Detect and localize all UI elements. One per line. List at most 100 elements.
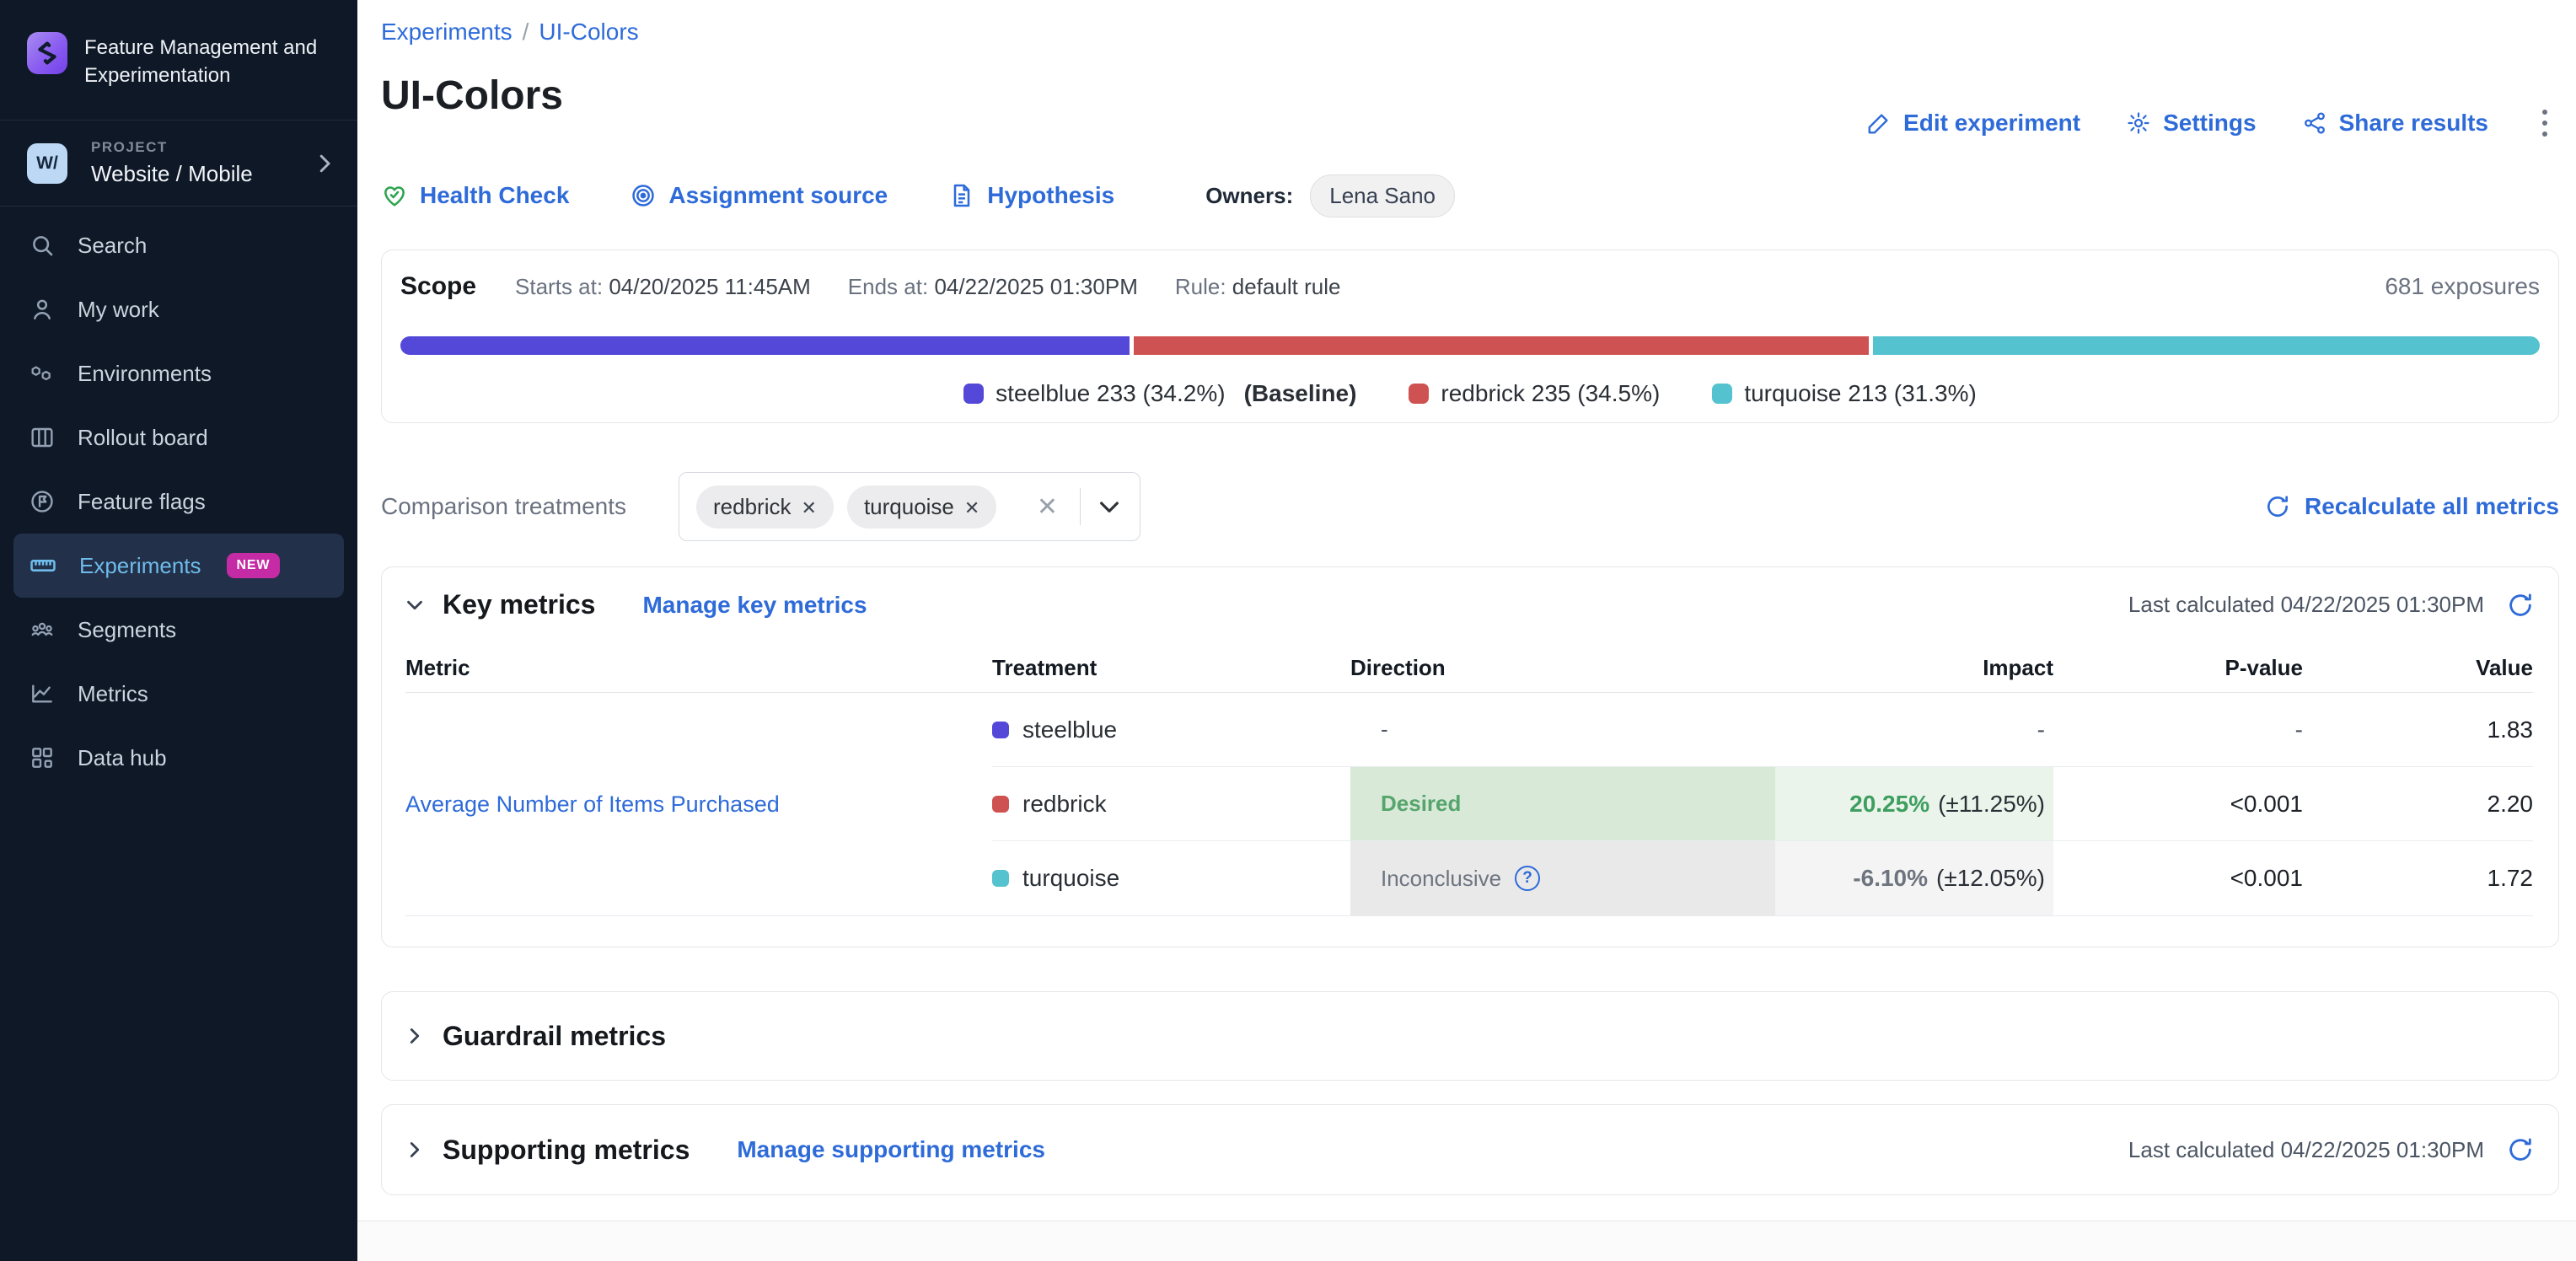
treatment-cell-turquoise: turquoise bbox=[992, 841, 1350, 915]
breadcrumb-separator: / bbox=[523, 19, 529, 45]
last-calculated: Last calculated 04/22/2025 01:30PM bbox=[2128, 1135, 2535, 1164]
key-metrics-card: Key metrics Manage key metrics Last calc… bbox=[381, 566, 2559, 947]
sidebar-item-label: Search bbox=[78, 233, 147, 259]
impact-cell: 20.25%(±11.25%) bbox=[1775, 767, 2053, 841]
sidebar-item-label: Segments bbox=[78, 617, 176, 643]
pencil-icon bbox=[1866, 110, 1892, 136]
project-label: PROJECT bbox=[91, 139, 312, 156]
comparison-treatments-select[interactable]: redbrick turquoise bbox=[679, 472, 1140, 541]
impact-cell: -6.10%(±12.05%) bbox=[1775, 841, 2053, 915]
refresh-icon[interactable] bbox=[2506, 591, 2535, 620]
chip-redbrick[interactable]: redbrick bbox=[696, 486, 834, 529]
scope-header: Scope Starts at: 04/20/2025 11:45AM Ends… bbox=[382, 250, 2558, 301]
manage-key-metrics-link[interactable]: Manage key metrics bbox=[642, 592, 867, 619]
sidebar-item-environments[interactable]: Environments bbox=[13, 341, 344, 405]
col-header-value: Value bbox=[2332, 644, 2533, 693]
manage-supporting-metrics-link[interactable]: Manage supporting metrics bbox=[737, 1136, 1045, 1163]
chevron-down-icon[interactable] bbox=[402, 593, 427, 618]
col-header-p-value: P-value bbox=[2053, 644, 2332, 693]
redbrick-swatch bbox=[1409, 384, 1429, 404]
sidebar-item-label: Environments bbox=[78, 361, 212, 387]
sidebar-item-feature-flags[interactable]: Feature flags bbox=[13, 470, 344, 534]
board-icon bbox=[29, 424, 56, 451]
sidebar-nav: Search My work Environments Rollout boar… bbox=[0, 207, 357, 790]
remove-chip-icon[interactable] bbox=[964, 494, 979, 520]
page-title: UI-Colors bbox=[381, 72, 563, 119]
people-icon bbox=[29, 616, 56, 643]
sidebar-item-rollout-board[interactable]: Rollout board bbox=[13, 405, 344, 470]
treatment-legend: steelblue 233 (34.2%) (Baseline) redbric… bbox=[382, 380, 2558, 407]
chip-label: redbrick bbox=[713, 494, 791, 520]
user-icon bbox=[29, 296, 56, 323]
flag-circle-icon bbox=[29, 488, 56, 515]
sidebar-item-segments[interactable]: Segments bbox=[13, 598, 344, 662]
value-cell: 2.20 bbox=[2332, 767, 2533, 841]
col-header-impact: Impact bbox=[1775, 644, 2053, 693]
bar-segment-redbrick bbox=[1134, 336, 1869, 355]
guardrail-metrics-card: Guardrail metrics bbox=[381, 991, 2559, 1081]
breadcrumb-current-link[interactable]: UI-Colors bbox=[539, 19, 638, 45]
chevron-right-icon bbox=[312, 151, 337, 176]
last-calculated-text: Last calculated 04/22/2025 01:30PM bbox=[2128, 1137, 2484, 1163]
scope-card: Scope Starts at: 04/20/2025 11:45AM Ends… bbox=[381, 250, 2559, 423]
sidebar-item-label: Feature flags bbox=[78, 489, 206, 515]
chip-turquoise[interactable]: turquoise bbox=[847, 486, 996, 529]
breadcrumb-experiments-link[interactable]: Experiments bbox=[381, 19, 513, 45]
sidebar-item-metrics[interactable]: Metrics bbox=[13, 662, 344, 726]
key-metrics-table: Metric Treatment Direction Impact P-valu… bbox=[405, 644, 2533, 916]
remove-chip-icon[interactable] bbox=[802, 494, 817, 520]
share-results-button[interactable]: Share results bbox=[2302, 110, 2488, 137]
metric-link[interactable]: Average Number of Items Purchased bbox=[405, 791, 780, 818]
baseline-tag: (Baseline) bbox=[1244, 380, 1357, 407]
direction-cell: - bbox=[1350, 693, 1775, 767]
more-options-button[interactable] bbox=[2534, 105, 2556, 142]
treatment-distribution-bar bbox=[400, 336, 2540, 355]
col-header-direction: Direction bbox=[1350, 644, 1775, 693]
last-calculated: Last calculated 04/22/2025 01:30PM bbox=[2128, 591, 2535, 620]
legend-item-steelblue: steelblue 233 (34.2%) (Baseline) bbox=[963, 380, 1356, 407]
question-circle-icon[interactable] bbox=[1515, 866, 1540, 891]
select-divider bbox=[1080, 488, 1081, 525]
bar-segment-steelblue bbox=[400, 336, 1130, 355]
p-value-cell: <0.001 bbox=[2053, 841, 2332, 915]
project-badge: W/ bbox=[27, 143, 67, 184]
sidebar-item-my-work[interactable]: My work bbox=[13, 277, 344, 341]
key-metrics-header: Key metrics Manage key metrics Last calc… bbox=[382, 567, 2558, 620]
sidebar: Feature Management and Experimentation W… bbox=[0, 0, 357, 1261]
chevron-right-icon[interactable] bbox=[402, 1137, 427, 1162]
sidebar-item-search[interactable]: Search bbox=[13, 213, 344, 277]
supporting-metrics-title: Supporting metrics bbox=[443, 1135, 690, 1166]
col-header-metric: Metric bbox=[405, 644, 992, 693]
hypothesis-link[interactable]: Hypothesis bbox=[948, 182, 1114, 209]
health-check-link[interactable]: Health Check bbox=[381, 182, 569, 209]
exposures-count: 681 exposures bbox=[2385, 273, 2540, 300]
chevron-down-icon[interactable] bbox=[1096, 493, 1123, 520]
legend-label: turquoise 213 (31.3%) bbox=[1744, 380, 1977, 407]
supporting-metrics-card: Supporting metrics Manage supporting met… bbox=[381, 1104, 2559, 1195]
settings-button[interactable]: Settings bbox=[2126, 110, 2256, 137]
recalculate-all-metrics-button[interactable]: Recalculate all metrics bbox=[2264, 493, 2559, 520]
gear-icon bbox=[2126, 110, 2151, 136]
product-title: Feature Management and Experimentation bbox=[84, 32, 337, 89]
edit-experiment-button[interactable]: Edit experiment bbox=[1866, 110, 2080, 137]
sidebar-item-data-hub[interactable]: Data hub bbox=[13, 726, 344, 790]
sidebar-item-experiments[interactable]: Experiments NEW bbox=[13, 534, 344, 598]
direction-cell-desired: Desired bbox=[1350, 767, 1775, 841]
project-switcher[interactable]: W/ PROJECT Website / Mobile bbox=[0, 121, 357, 206]
owners-label: Owners: bbox=[1205, 183, 1293, 209]
refresh-icon[interactable] bbox=[2506, 1135, 2535, 1164]
scope-rule: Rule: default rule bbox=[1175, 274, 1341, 300]
assignment-source-link[interactable]: Assignment source bbox=[630, 182, 888, 209]
sidebar-item-label: Experiments bbox=[79, 553, 201, 579]
impact-cell: - bbox=[1775, 693, 2053, 767]
direction-cell-inconclusive: Inconclusive bbox=[1350, 841, 1775, 915]
health-check-label: Health Check bbox=[420, 182, 569, 209]
share-results-label: Share results bbox=[2339, 110, 2488, 137]
legend-item-redbrick: redbrick 235 (34.5%) bbox=[1409, 380, 1660, 407]
clear-all-icon[interactable] bbox=[1030, 492, 1065, 522]
owner-chip[interactable]: Lena Sano bbox=[1310, 174, 1455, 217]
chevron-right-icon[interactable] bbox=[402, 1023, 427, 1049]
settings-label: Settings bbox=[2163, 110, 2256, 137]
sidebar-item-label: Rollout board bbox=[78, 425, 208, 451]
steelblue-swatch bbox=[992, 722, 1009, 738]
